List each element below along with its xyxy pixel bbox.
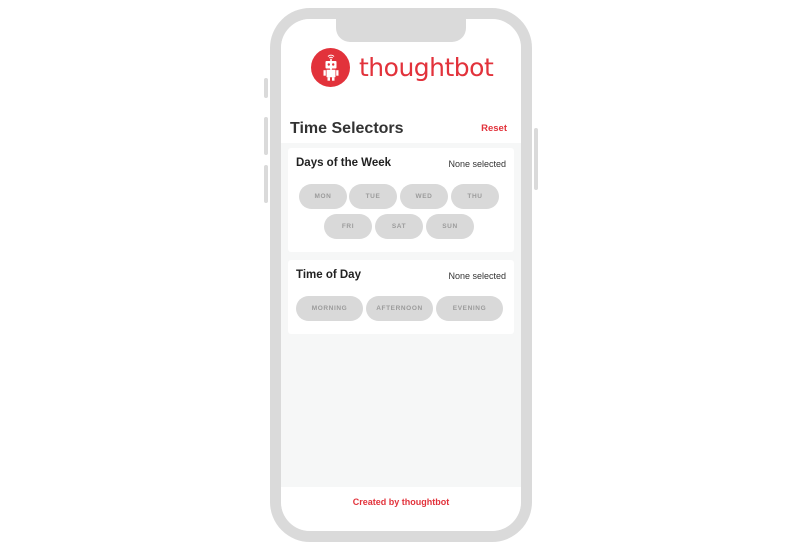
robot-icon [311, 48, 350, 87]
day-pill-fri[interactable]: FRI [324, 214, 372, 239]
days-selection-status: None selected [448, 159, 506, 169]
credits-link[interactable]: Created by thoughtbot [281, 497, 521, 507]
time-pill-evening[interactable]: EVENING [436, 296, 503, 321]
time-pill-afternoon[interactable]: AFTERNOON [366, 296, 433, 321]
day-pill-tue[interactable]: TUE [349, 184, 397, 209]
time-selection-status: None selected [448, 271, 506, 281]
reset-button[interactable]: Reset [481, 123, 507, 134]
time-section-title: Time of Day [296, 269, 361, 281]
phone-power-button [534, 128, 538, 190]
time-pill-morning[interactable]: MORNING [296, 296, 363, 321]
brand-name: thoughtbot [359, 53, 494, 82]
brand-logo[interactable]: thoughtbot [311, 48, 494, 87]
day-pill-sat[interactable]: SAT [375, 214, 423, 239]
day-pill-mon[interactable]: MON [299, 184, 347, 209]
days-section-title: Days of the Week [296, 157, 392, 169]
days-of-week-card: Days of the Week None selected MON TUE W… [288, 148, 514, 252]
phone-notch [336, 19, 466, 42]
app-footer: Created by thoughtbot [281, 487, 521, 531]
phone-silent-switch [264, 78, 268, 98]
page-title: Time Selectors [290, 120, 404, 137]
phone-frame: thoughtbot Time Selectors Reset Days of … [270, 8, 532, 542]
phone-volume-down-button [264, 165, 268, 203]
phone-volume-up-button [264, 117, 268, 155]
time-of-day-card: Time of Day None selected MORNING AFTERN… [288, 260, 514, 334]
day-pill-thu[interactable]: THU [451, 184, 499, 209]
day-pill-sun[interactable]: SUN [426, 214, 474, 239]
day-pill-wed[interactable]: WED [400, 184, 448, 209]
